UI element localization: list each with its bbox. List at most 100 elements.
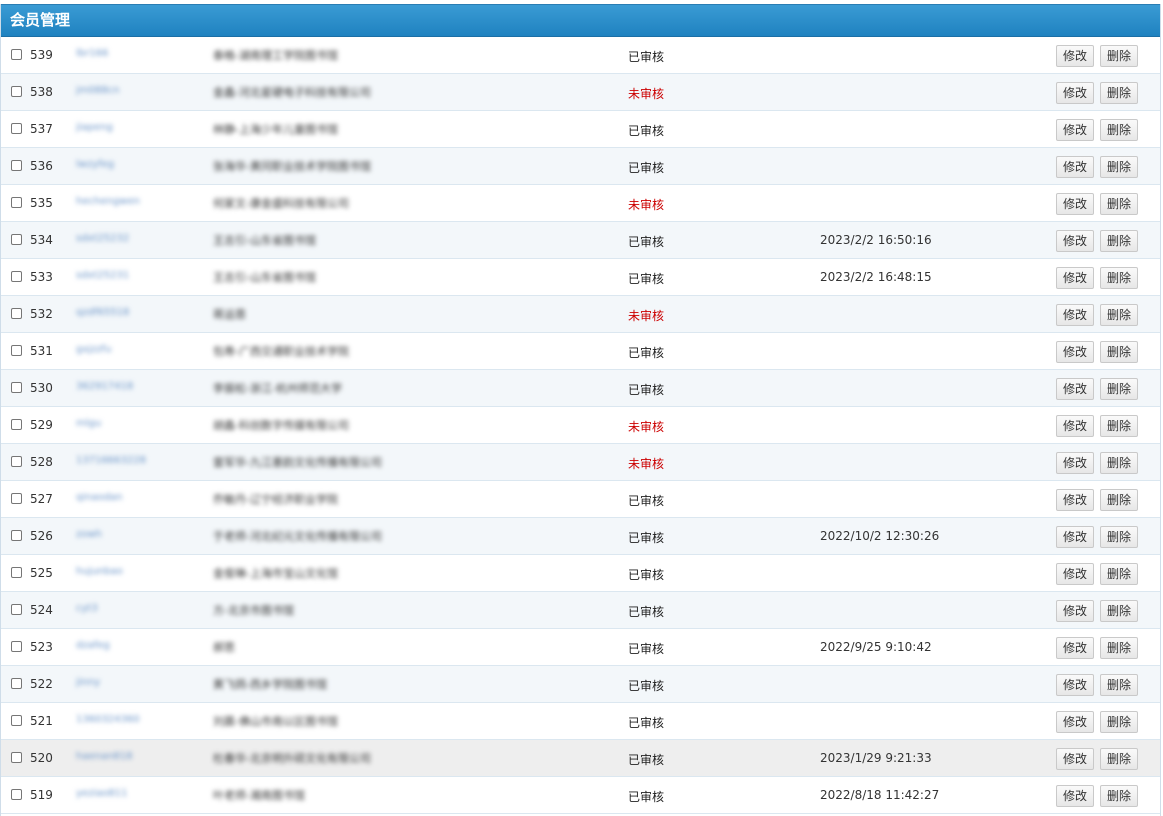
member-username-link[interactable]: dzafeg (76, 640, 186, 654)
edit-button[interactable]: 修改 (1056, 415, 1095, 437)
delete-button[interactable]: 删除 (1100, 452, 1139, 474)
row-checkbox[interactable] (11, 641, 22, 652)
delete-button[interactable]: 删除 (1100, 119, 1139, 141)
edit-button[interactable]: 修改 (1056, 563, 1095, 585)
row-checkbox[interactable] (11, 715, 22, 726)
table-row: 531 gxjzzfu 包寿-广西交通职业技术学院 已审核 修改 删除 (1, 333, 1160, 370)
row-checkbox[interactable] (11, 530, 22, 541)
edit-button[interactable]: 修改 (1056, 82, 1095, 104)
member-username-link[interactable]: jm088cn (76, 85, 186, 99)
member-username-link[interactable]: hujunbao (76, 566, 186, 580)
edit-button[interactable]: 修改 (1056, 156, 1095, 178)
edit-button[interactable]: 修改 (1056, 304, 1095, 326)
review-status: 未审核 (628, 457, 665, 471)
delete-button[interactable]: 删除 (1100, 674, 1139, 696)
member-username-link[interactable]: 13716663228 (76, 455, 186, 469)
row-checkbox[interactable] (11, 604, 22, 615)
delete-button[interactable]: 删除 (1100, 526, 1139, 548)
row-checkbox[interactable] (11, 86, 22, 97)
member-username-link[interactable]: haenan818 (76, 751, 186, 765)
row-checkbox[interactable] (11, 567, 22, 578)
row-checkbox[interactable] (11, 308, 22, 319)
delete-button[interactable]: 删除 (1100, 785, 1139, 807)
delete-button[interactable]: 删除 (1100, 378, 1139, 400)
edit-button[interactable]: 修改 (1056, 785, 1095, 807)
delete-button[interactable]: 删除 (1100, 267, 1139, 289)
delete-button[interactable]: 删除 (1100, 563, 1139, 585)
row-checkbox[interactable] (11, 382, 22, 393)
member-username-link[interactable]: lwzyfeg (76, 159, 186, 173)
row-checkbox[interactable] (11, 789, 22, 800)
delete-button[interactable]: 删除 (1100, 230, 1139, 252)
delete-button[interactable]: 删除 (1100, 193, 1139, 215)
row-checkbox[interactable] (11, 678, 22, 689)
delete-button[interactable]: 删除 (1100, 600, 1139, 622)
row-checkbox[interactable] (11, 271, 22, 282)
edit-button[interactable]: 修改 (1056, 119, 1095, 141)
edit-button[interactable]: 修改 (1056, 600, 1095, 622)
delete-button[interactable]: 删除 (1100, 711, 1139, 733)
member-username-link[interactable]: zowh (76, 529, 186, 543)
member-organization: 雷军华-九江墨韵文化传播有限公司 (213, 456, 382, 469)
member-username-link[interactable]: jiapeng (76, 122, 186, 136)
delete-button[interactable]: 删除 (1100, 341, 1139, 363)
row-checkbox[interactable] (11, 234, 22, 245)
edit-button[interactable]: 修改 (1056, 230, 1095, 252)
row-checkbox[interactable] (11, 493, 22, 504)
member-username-link[interactable]: qinaodan (76, 492, 186, 506)
edit-button[interactable]: 修改 (1056, 489, 1095, 511)
row-checkbox[interactable] (11, 419, 22, 430)
delete-button[interactable]: 删除 (1100, 415, 1139, 437)
member-username-link[interactable]: mlgu (76, 418, 186, 432)
edit-button[interactable]: 修改 (1056, 341, 1095, 363)
delete-button[interactable]: 删除 (1100, 304, 1139, 326)
edit-button[interactable]: 修改 (1056, 45, 1095, 67)
member-username-link[interactable]: sdxt25232 (76, 233, 186, 247)
member-organization: 叶老师-湘南图书馆 (213, 789, 305, 802)
member-organization: 于老师-河北纪元文化传播有限公司 (213, 530, 382, 543)
edit-button[interactable]: 修改 (1056, 267, 1095, 289)
edit-button[interactable]: 修改 (1056, 674, 1095, 696)
edit-button[interactable]: 修改 (1056, 748, 1095, 770)
delete-button[interactable]: 删除 (1100, 156, 1139, 178)
member-organization: 王志引-山东省图书馆 (213, 234, 316, 247)
member-id: 525 (30, 566, 53, 580)
edit-button[interactable]: 修改 (1056, 637, 1095, 659)
delete-button[interactable]: 删除 (1100, 748, 1139, 770)
delete-button[interactable]: 删除 (1100, 637, 1139, 659)
edit-button[interactable]: 修改 (1056, 193, 1095, 215)
member-organization: 方-北京市图书馆 (213, 604, 294, 617)
member-username-link[interactable]: yeziao811 (76, 788, 186, 802)
member-username-link[interactable]: lbr166 (76, 48, 186, 62)
edit-button[interactable]: 修改 (1056, 711, 1095, 733)
row-checkbox[interactable] (11, 752, 22, 763)
member-username-link[interactable]: cyt3 (76, 603, 186, 617)
member-username-link[interactable]: qzdf65518 (76, 307, 186, 321)
row-checkbox[interactable] (11, 345, 22, 356)
row-checkbox[interactable] (11, 456, 22, 467)
row-checkbox[interactable] (11, 49, 22, 60)
row-checkbox[interactable] (11, 197, 22, 208)
member-username-link[interactable]: jinny (76, 677, 186, 691)
row-checkbox[interactable] (11, 123, 22, 134)
table-row: 524 cyt3 方-北京市图书馆 已审核 修改 删除 (1, 592, 1160, 629)
edit-button[interactable]: 修改 (1056, 378, 1095, 400)
member-username-link[interactable]: 362917418 (76, 381, 186, 395)
review-date: 2023/2/2 16:50:16 (820, 233, 932, 247)
edit-button[interactable]: 修改 (1056, 526, 1095, 548)
member-username-link[interactable]: 1360324360 (76, 714, 186, 728)
row-checkbox[interactable] (11, 160, 22, 171)
edit-button[interactable]: 修改 (1056, 452, 1095, 474)
member-username-link[interactable]: hechengwen (76, 196, 186, 210)
member-id: 524 (30, 603, 53, 617)
review-status: 已审核 (628, 716, 665, 730)
table-row: 533 sdxt25231 王志引-山东省图书馆 已审核 2023/2/2 16:48:… (1, 259, 1160, 296)
delete-button[interactable]: 删除 (1100, 45, 1139, 67)
delete-button[interactable]: 删除 (1100, 489, 1139, 511)
table-row: 539 lbr166 泰格-湖南理工学院图书馆 已审核 修改 删除 (1, 37, 1160, 74)
member-id: 535 (30, 196, 53, 210)
member-username-link[interactable]: sdxt25231 (76, 270, 186, 284)
table-row: 538 jm088cn 金鑫-河北星硬电子科技有限公司 未审核 修改 删除 (1, 74, 1160, 111)
delete-button[interactable]: 删除 (1100, 82, 1139, 104)
member-username-link[interactable]: gxjzzfu (76, 344, 186, 358)
